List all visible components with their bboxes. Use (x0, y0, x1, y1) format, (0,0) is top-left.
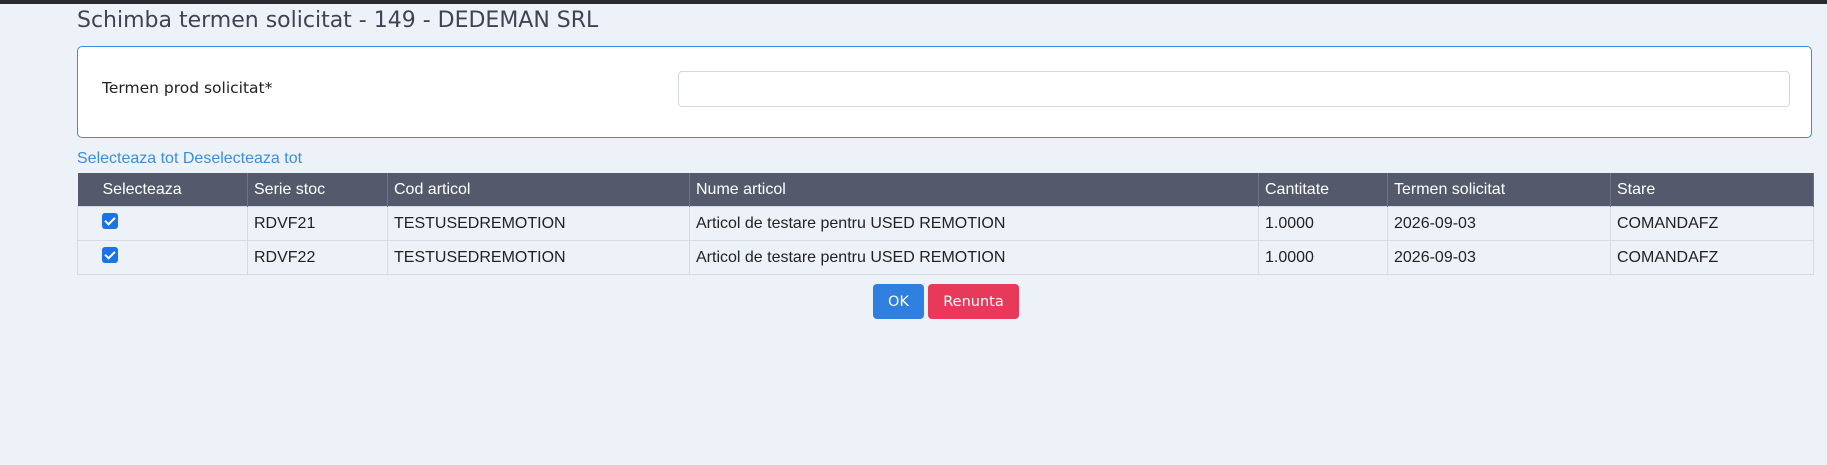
cancel-button[interactable]: Renunta (928, 284, 1019, 319)
articles-table: Selecteaza Serie stoc Cod articol Nume a… (77, 173, 1814, 275)
row-select-cell (77, 206, 248, 241)
cell-nume-articol: Articol de testare pentru USED REMOTION (689, 240, 1259, 275)
cell-stare: COMANDAFZ (1610, 240, 1814, 275)
table-row: RDVF22 TESTUSEDREMOTION Articol de testa… (77, 240, 1814, 275)
table-header-row: Selecteaza Serie stoc Cod articol Nume a… (77, 173, 1814, 207)
column-header-selecteaza[interactable]: Selecteaza (77, 173, 248, 207)
termen-prod-label: Termen prod solicitat* (102, 79, 273, 97)
ok-button[interactable]: OK (873, 284, 924, 319)
cell-cantitate: 1.0000 (1258, 206, 1388, 241)
cell-serie-stoc: RDVF22 (247, 240, 388, 275)
select-all-link[interactable]: Selecteaza tot (77, 150, 178, 167)
table-row: RDVF21 TESTUSEDREMOTION Articol de testa… (77, 206, 1814, 241)
page-title: Schimba termen solicitat - 149 - DEDEMAN… (77, 8, 599, 33)
top-bar (0, 0, 1827, 4)
cell-nume-articol: Articol de testare pentru USED REMOTION (689, 206, 1259, 241)
column-header-cantitate[interactable]: Cantitate (1258, 173, 1388, 207)
column-header-stare[interactable]: Stare (1610, 173, 1814, 207)
cell-cod-articol: TESTUSEDREMOTION (387, 206, 690, 241)
deselect-all-link[interactable]: Deselecteaza tot (183, 150, 302, 167)
column-header-cod-articol[interactable]: Cod articol (387, 173, 690, 207)
termen-prod-input[interactable] (678, 71, 1790, 107)
row-select-cell (77, 240, 248, 275)
cell-cantitate: 1.0000 (1258, 240, 1388, 275)
cell-stare: COMANDAFZ (1610, 206, 1814, 241)
row-checkbox[interactable] (102, 213, 118, 230)
column-header-termen-solicitat[interactable]: Termen solicitat (1387, 173, 1611, 207)
column-header-serie-stoc[interactable]: Serie stoc (247, 173, 388, 207)
cell-cod-articol: TESTUSEDREMOTION (387, 240, 690, 275)
row-checkbox[interactable] (102, 247, 118, 264)
cell-serie-stoc: RDVF21 (247, 206, 388, 241)
form-card: Termen prod solicitat* (77, 46, 1812, 138)
selection-links: Selecteaza tot Deselecteaza tot (77, 150, 302, 168)
cell-termen-solicitat: 2026-09-03 (1387, 240, 1611, 275)
column-header-nume-articol[interactable]: Nume articol (689, 173, 1259, 207)
cell-termen-solicitat: 2026-09-03 (1387, 206, 1611, 241)
